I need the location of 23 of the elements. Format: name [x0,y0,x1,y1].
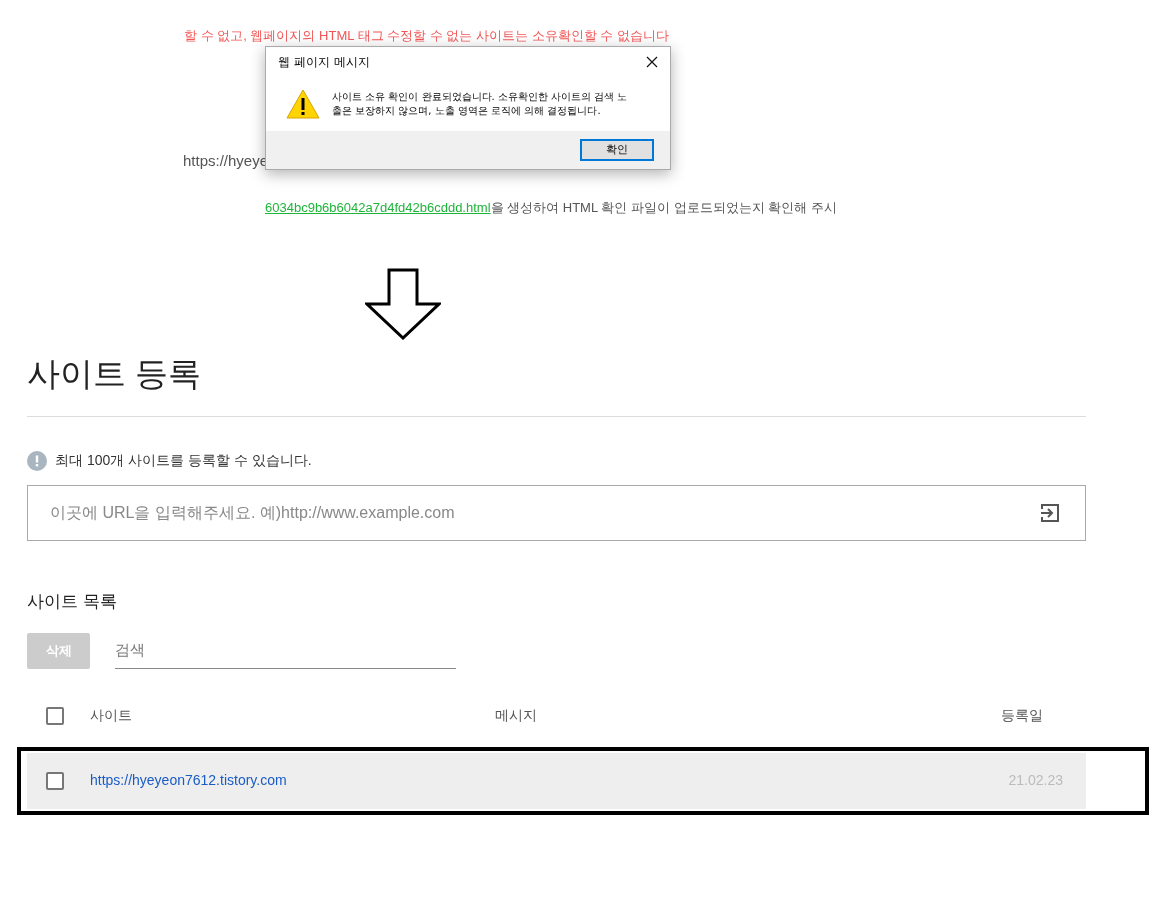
checkbox[interactable] [46,706,64,725]
dialog-message: 사이트 소유 확인이 완료되었습니다. 소유확인한 사이트의 검색 노출은 보장하지 않으며, 노출 영역은 로직에 의해 결정됩니다. [332,90,629,118]
info-text: 최대 100개 사이트를 등록할 수 있습니다. [55,451,312,470]
checkbox[interactable] [46,771,64,790]
instruction-text: 을 생성하여 HTML 확인 파일이 업로드되었는지 확인해 주시 [490,199,837,217]
column-header: 메시지 [495,706,538,725]
url-input[interactable]: 이곳에 URL을 입력해주세요. 예)http://www.example.com [27,485,1086,541]
confirm-button[interactable]: 확인 [580,139,654,161]
notice-text: 할 수 없고, 웹페이지의 HTML 태그 수정할 수 없는 사이트는 소유확인할 수 없습니다 [184,27,670,45]
search-field[interactable]: 검색 [115,639,456,669]
dialog-title: 웹 페이지 메시지 [278,54,370,71]
site-link[interactable]: https://hyeyeon7612.tistory.com [90,770,495,791]
info-icon [27,450,47,471]
url-text: https://hyeye [183,150,269,171]
down-arrow-icon [365,268,441,340]
list-title: 사이트 목록 [27,591,118,613]
page-title: 사이트 등록 [27,354,203,394]
close-icon[interactable] [646,56,658,68]
enter-icon[interactable] [1040,503,1060,523]
file-link[interactable]: 6034bc9b6b6042a7d4fd42b6cddd.html [265,198,491,218]
column-header: 등록일 [1001,706,1043,725]
warning-icon [286,89,320,119]
column-header: 사이트 [90,706,133,725]
